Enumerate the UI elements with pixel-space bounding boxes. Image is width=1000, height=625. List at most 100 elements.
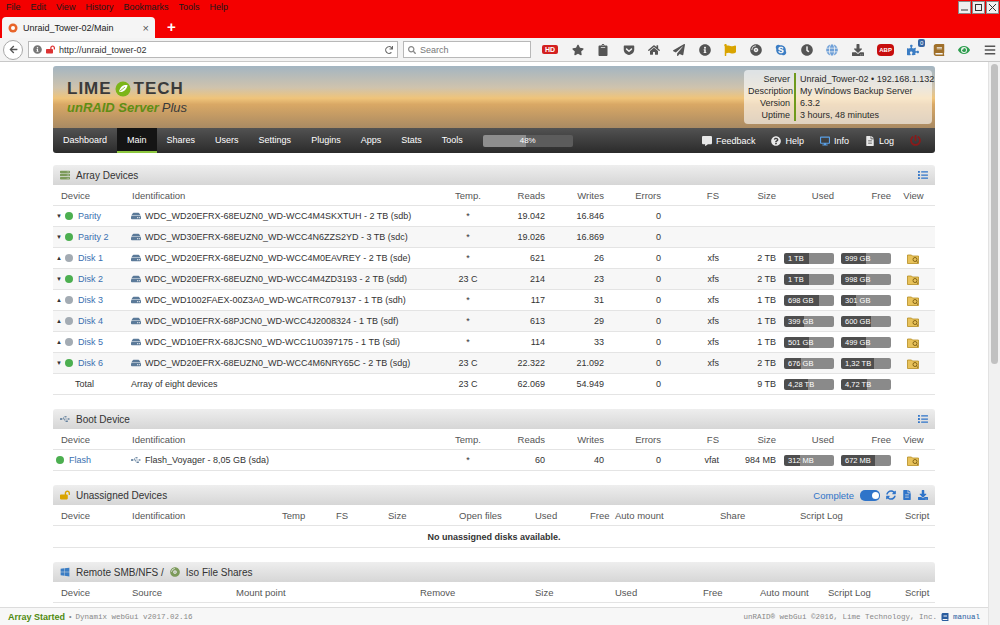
column-header[interactable]: Used [777, 190, 835, 201]
reload-icon[interactable] [385, 46, 393, 54]
menu-item[interactable]: Help [204, 0, 233, 14]
clipboard-icon[interactable] [597, 44, 609, 56]
column-header[interactable]: Auto mount [614, 510, 719, 521]
column-header[interactable]: Free [835, 190, 892, 201]
device-link[interactable]: Flash [69, 455, 91, 465]
manual-link[interactable]: manual [953, 613, 980, 621]
column-header[interactable]: Open files [458, 510, 534, 521]
list-view-icon[interactable] [918, 414, 928, 424]
nav-item[interactable]: Dashboard [53, 128, 117, 153]
column-header[interactable]: Reads [505, 434, 546, 445]
flag-icon[interactable] [724, 44, 736, 56]
column-header[interactable]: Share [719, 510, 799, 521]
download-icon[interactable] [852, 44, 864, 56]
column-header[interactable]: Script [904, 587, 935, 598]
clock-icon[interactable] [801, 44, 813, 56]
nav-link[interactable]: Feedback [702, 136, 756, 146]
column-header[interactable]: Errors [605, 434, 662, 445]
column-header[interactable]: Writes [546, 190, 605, 201]
spin-toggle[interactable]: ▼ [56, 213, 62, 219]
spin-toggle[interactable]: ▼ [56, 276, 62, 282]
column-header[interactable]: Size [387, 510, 458, 521]
device-link[interactable]: Disk 2 [78, 274, 103, 284]
nav-item[interactable]: Main [117, 128, 157, 153]
column-header[interactable]: Identification [131, 510, 281, 521]
device-link[interactable]: Parity 2 [78, 232, 109, 242]
device-link[interactable]: Parity [78, 211, 101, 221]
spin-toggle[interactable]: ▲ [56, 318, 62, 324]
browse-folder-icon[interactable] [907, 337, 920, 348]
browse-folder-icon[interactable] [907, 274, 920, 285]
column-header[interactable]: Auto mount [759, 587, 827, 598]
spin-toggle[interactable]: ▼ [56, 234, 62, 240]
spin-toggle[interactable]: ▲ [56, 255, 62, 261]
device-link[interactable]: Disk 6 [78, 358, 103, 368]
device-link[interactable]: Disk 4 [78, 316, 103, 326]
browse-folder-icon[interactable] [907, 295, 920, 306]
close-button[interactable] [986, 1, 999, 14]
nav-item[interactable]: Shares [157, 128, 206, 153]
browse-folder-icon[interactable] [907, 253, 920, 264]
maximize-button[interactable] [972, 1, 985, 14]
column-header[interactable]: Script Log [827, 587, 904, 598]
menu-item[interactable]: View [51, 0, 80, 14]
power-icon[interactable] [910, 135, 921, 146]
info-icon[interactable] [699, 44, 711, 56]
column-header[interactable]: Mount point [235, 587, 419, 598]
column-header[interactable]: Size [534, 587, 614, 598]
back-button[interactable] [3, 40, 23, 60]
column-header[interactable]: Used [614, 587, 702, 598]
site-info-icon[interactable] [33, 45, 42, 54]
column-header[interactable]: Identification [131, 434, 431, 445]
column-header[interactable]: Temp. [431, 434, 505, 445]
refresh-icon[interactable] [886, 490, 896, 500]
browse-folder-icon[interactable] [907, 316, 920, 327]
tab-close-button[interactable]: × [143, 22, 149, 34]
url-field[interactable]: http://unraid_tower-02 [28, 41, 398, 58]
menu-item[interactable]: Bookmarks [118, 0, 173, 14]
column-header[interactable]: Free [702, 587, 759, 598]
column-header[interactable]: Script Log [799, 510, 904, 521]
column-header[interactable]: Device [53, 587, 131, 598]
nav-item[interactable]: Apps [351, 128, 392, 153]
nav-item[interactable]: Users [205, 128, 249, 153]
eye-icon[interactable] [958, 44, 970, 56]
column-header[interactable]: Free [589, 510, 614, 521]
view-mode-label[interactable]: Complete [813, 490, 854, 501]
globe-icon[interactable] [826, 44, 838, 56]
send-icon[interactable] [673, 44, 685, 56]
column-header[interactable]: Used [777, 434, 835, 445]
view-mode-toggle[interactable] [860, 490, 880, 501]
nav-link[interactable]: Help [771, 136, 804, 146]
hd-badge[interactable]: HD [542, 45, 558, 54]
rings-icon[interactable] [750, 44, 762, 56]
books-icon[interactable] [933, 44, 945, 56]
column-header[interactable]: Size [720, 434, 777, 445]
menu-item[interactable]: History [80, 0, 118, 14]
column-header[interactable]: Writes [546, 434, 605, 445]
column-header[interactable]: View [892, 190, 935, 201]
spin-toggle[interactable]: ▼ [56, 360, 62, 366]
pocket-icon[interactable] [623, 44, 635, 56]
download-icon[interactable] [918, 490, 928, 500]
menu-item[interactable]: Edit [26, 0, 52, 14]
column-header[interactable]: Device [53, 510, 131, 521]
hamburger-menu-icon[interactable] [984, 44, 996, 56]
column-header[interactable]: Free [835, 434, 892, 445]
column-header[interactable]: Temp. [431, 190, 505, 201]
nav-item[interactable]: Stats [391, 128, 432, 153]
menu-item[interactable]: Tools [173, 0, 204, 14]
nav-link[interactable]: Log [865, 136, 894, 146]
browse-folder-icon[interactable] [907, 358, 920, 369]
device-link[interactable]: Disk 3 [78, 295, 103, 305]
column-header[interactable]: Device [53, 190, 131, 201]
minimize-button[interactable] [958, 1, 971, 14]
device-link[interactable]: Disk 1 [78, 253, 103, 263]
spin-toggle[interactable]: ▲ [56, 297, 62, 303]
column-header[interactable]: FS [335, 510, 387, 521]
column-header[interactable]: Temp [281, 510, 335, 521]
skype-icon[interactable] [775, 44, 787, 56]
list-view-icon[interactable] [918, 170, 928, 180]
column-header[interactable]: Errors [605, 190, 662, 201]
column-header[interactable]: Size [720, 190, 777, 201]
